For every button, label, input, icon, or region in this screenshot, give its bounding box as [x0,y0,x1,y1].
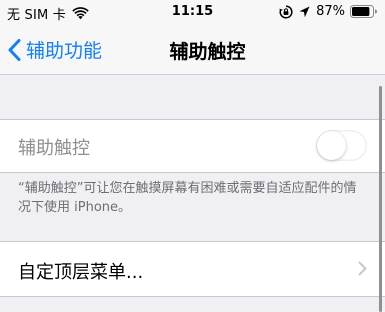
toggle-knob [317,131,346,160]
assistive-touch-toggle[interactable] [316,130,367,161]
battery-percentage: 87% [316,4,345,19]
screen: 无 SIM 卡 11:15 87% 辅助功能 辅助触控 辅助触控 “辅助触控”可… [0,0,385,312]
assistive-touch-description: “辅助触控”可让您在触摸屏幕有困难或需要自适应配件的情况下使用 iPhone。 [18,181,357,215]
orientation-lock-icon [279,4,293,18]
navigation-bar: 辅助功能 辅助触控 [0,26,385,75]
customize-top-menu-row[interactable]: 自定顶层菜单... [0,241,385,297]
chevron-right-icon [358,261,367,276]
scroll-indicator[interactable] [379,86,382,312]
status-right: 87% [279,4,377,19]
customize-top-menu-label: 自定顶层菜单... [18,262,144,283]
status-bar: 无 SIM 卡 11:15 87% [0,0,385,26]
assistive-touch-group: 辅助触控 [0,119,385,173]
page-title: 辅助触控 [169,41,246,63]
location-icon [299,6,310,17]
assistive-touch-label: 辅助触控 [18,138,90,159]
battery-icon [350,5,377,18]
